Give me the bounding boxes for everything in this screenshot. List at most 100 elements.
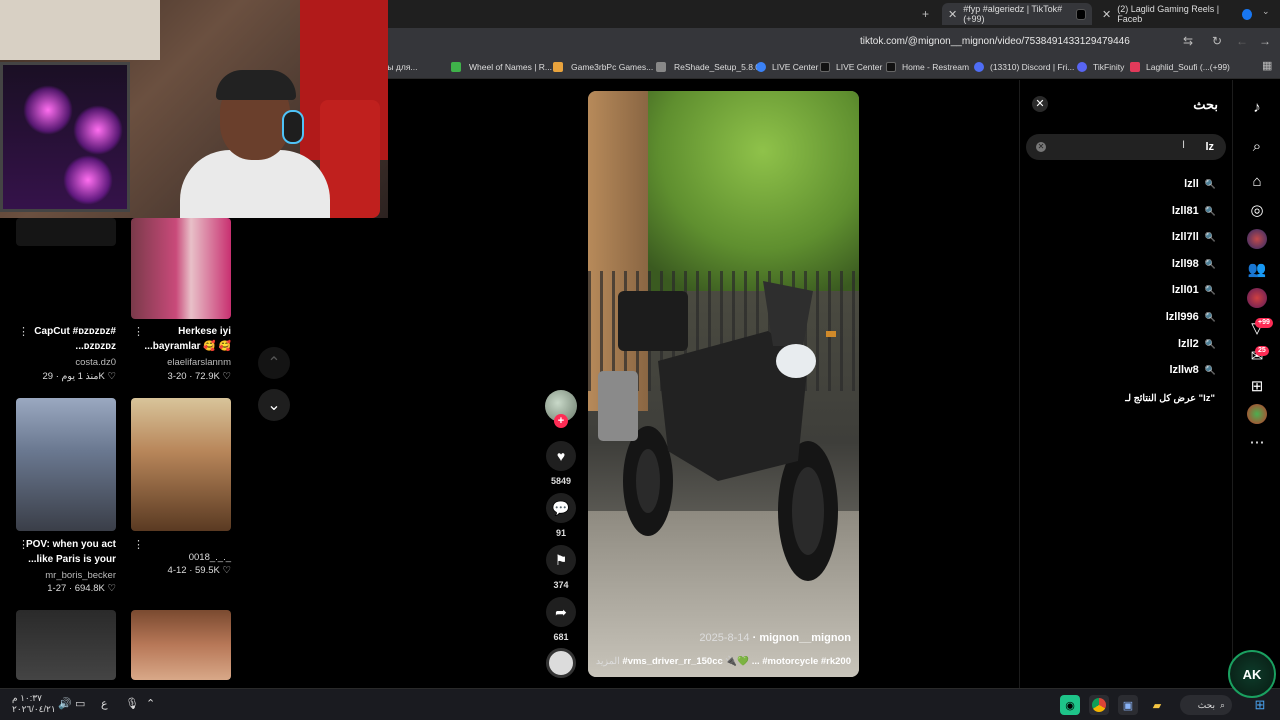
video-thumbnail[interactable] [131, 398, 231, 531]
comment-icon: 💬 [552, 499, 570, 516]
search-box: ✕ I [1026, 134, 1226, 160]
curtain [0, 0, 160, 60]
video-meta: 3-20 · 72.9K ♡ [167, 371, 231, 382]
video-thumbnail[interactable] [16, 610, 116, 680]
bookmark-item[interactable]: Wheel of Names | R... [447, 62, 552, 72]
address-bar[interactable]: tiktok.com/@mignon__mignon/video/7538491… [860, 36, 1130, 47]
like-button[interactable]: ♥ [546, 441, 576, 471]
video-caption[interactable]: CapCut #ᴅᴢᴅᴢᴅᴢ# [16, 326, 116, 337]
tab-search-icon[interactable]: ⌄ [1262, 6, 1270, 17]
see-all-results-link[interactable]: عرض كل النتائج لـ "lz" [1125, 393, 1215, 404]
bookmark-item[interactable]: LIVE Center [752, 62, 818, 72]
close-search-button[interactable]: ✕ [1032, 96, 1048, 112]
close-icon[interactable]: ✕ [1102, 8, 1111, 21]
back-icon[interactable]: ← [1236, 34, 1248, 48]
video-caption[interactable]: POV: when you act [16, 539, 116, 550]
follow-button[interactable]: + [554, 414, 568, 428]
explore-icon[interactable]: ◎ [1245, 198, 1269, 222]
search-icon: 🔍 [1204, 338, 1216, 349]
live-avatar[interactable] [1247, 229, 1267, 249]
chrome-app-icon[interactable] [1089, 695, 1109, 715]
comment-count: 91 [555, 528, 566, 538]
motorcycle [598, 281, 838, 581]
language-indicator[interactable]: ع [101, 697, 108, 710]
video-thumbnail[interactable] [16, 218, 116, 246]
site-settings-icon[interactable]: ⇆ [1183, 34, 1193, 48]
more-icon[interactable]: ⋮ [133, 538, 144, 551]
search-suggestion[interactable]: lzllw8 🔍 [1169, 361, 1216, 379]
bookmark-item[interactable]: Laghlid_Soufi (...(+99) [1126, 62, 1230, 72]
friends-avatar[interactable] [1247, 288, 1267, 308]
video-author[interactable]: elaelifarslannm [131, 357, 231, 368]
bookmark-item[interactable]: TikFinity [1073, 62, 1124, 72]
save-button[interactable]: ⚑ [546, 545, 576, 575]
wheel-icon [451, 62, 461, 72]
video-author[interactable]: costa.dz0 [16, 357, 116, 368]
search-icon[interactable]: ⌕ [1245, 134, 1269, 158]
video-meta: منذ 1 يوم · 29K ♡ [42, 371, 116, 382]
search-suggestion[interactable]: lzll7ll 🔍 [1172, 228, 1216, 246]
search-suggestion[interactable]: lzll996 🔍 [1166, 308, 1216, 326]
chevron-up-icon[interactable]: ⌃ [146, 697, 155, 710]
search-suggestion[interactable]: lzll98 🔍 [1172, 255, 1216, 273]
next-video-button[interactable]: ⌄ [258, 389, 290, 421]
video-thumbnail[interactable] [16, 398, 116, 531]
video-caption[interactable]: Herkese iyi [131, 326, 231, 337]
music-disc[interactable] [546, 648, 576, 678]
video-author[interactable]: 0018_._._ [131, 552, 231, 563]
previous-video-button[interactable]: ⌃ [258, 347, 290, 379]
profile-avatar[interactable] [1247, 404, 1267, 424]
bookmark-item[interactable]: ReShade_Setup_5.8.0 [652, 62, 760, 72]
reload-icon[interactable]: ↻ [1212, 34, 1222, 48]
video-author[interactable]: mr_boris_becker [16, 570, 116, 581]
see-more-link[interactable]: المزيد [596, 656, 620, 667]
video-player[interactable]: 2025-8-14 · mignon__mignon المزيد #vms_d… [588, 91, 859, 677]
all-bookmarks-icon[interactable]: ▦ [1262, 59, 1272, 72]
bookmark-item[interactable]: Home - Restream [882, 62, 969, 72]
search-suggestion[interactable]: lzll2 🔍 [1178, 335, 1216, 353]
video-caption: المزيد #vms_driver_rr_150cc 🔌💚 ... #moto… [595, 656, 851, 667]
network-icon[interactable]: ▭ [75, 697, 85, 710]
channel-logo: AK [1228, 650, 1276, 698]
tab-facebook[interactable]: ✕ (2) Laglid Gaming Reels | Faceb [1102, 3, 1252, 25]
tab-tiktok[interactable]: ✕ #fyp #algeriedz | TikTok#(+99) [942, 3, 1092, 25]
obs-app-icon[interactable]: ◉ [1060, 695, 1080, 715]
search-suggestion[interactable]: lzll 🔍 [1184, 175, 1216, 193]
close-icon[interactable]: ✕ [948, 8, 957, 21]
search-icon: 🔍 [1204, 311, 1216, 322]
video-caption[interactable]: ...bayramlar 🥰 🥰 [131, 341, 231, 352]
store-app-icon[interactable]: ▣ [1118, 695, 1138, 715]
more-options-icon[interactable]: ⋯ [1245, 430, 1269, 454]
upload-icon[interactable]: ⊞ [1245, 374, 1269, 398]
taskbar-search[interactable]: بحث ⌕ [1180, 695, 1232, 715]
video-meta: 4-12 · 59.5K ♡ [167, 565, 231, 576]
comment-button[interactable]: 💬 [546, 493, 576, 523]
following-icon[interactable]: 👥 [1245, 257, 1269, 281]
bookmark-item[interactable]: (13310) Discord | Fri... [970, 62, 1074, 72]
video-author[interactable]: 2025-8-14 · mignon__mignon [699, 632, 851, 644]
volume-icon[interactable]: 🔊 [58, 697, 72, 710]
microphone-icon[interactable]: 🎙 [125, 697, 139, 710]
search-input[interactable] [1054, 134, 1214, 160]
bookmark-item[interactable]: LIVE Center [816, 62, 882, 72]
file-explorer-icon[interactable]: ▰ [1147, 695, 1167, 715]
tiktok-logo-icon[interactable]: ♪ [1245, 95, 1269, 119]
search-suggestion[interactable]: lzll81 🔍 [1172, 202, 1216, 220]
home-icon[interactable]: ⌂ [1245, 169, 1269, 193]
video-caption[interactable]: ...like Paris is your [16, 554, 116, 565]
new-tab-icon[interactable]: + [922, 7, 929, 21]
forward-icon[interactable]: → [1259, 34, 1271, 48]
bookmark-item[interactable]: Game3rbPc Games... [549, 62, 653, 72]
video-thumbnail[interactable] [131, 218, 231, 319]
heart-icon: ♥ [556, 448, 566, 464]
search-suggestion[interactable]: lzll01 🔍 [1172, 281, 1216, 299]
clear-search-icon[interactable]: ✕ [1036, 142, 1046, 152]
headset [282, 110, 304, 144]
share-button[interactable]: ➦ [546, 597, 576, 627]
video-caption[interactable]: ...ᴅᴢᴅᴢᴅᴢ [16, 341, 116, 352]
nav-rail: ♪ ⌕ ⌂ ◎ 👥 ▽ +99 ✉ 25 ⊞ ⋯ [1232, 80, 1280, 688]
video-author-name: mignon__mignon [759, 632, 851, 644]
video-thumbnail[interactable] [131, 610, 231, 680]
taskbar-clock[interactable]: ١٠:٣٧ م ٢٠٢٦/٠٤/٢١ [12, 693, 56, 715]
windows-start-icon[interactable]: ⊞ [1250, 695, 1270, 715]
